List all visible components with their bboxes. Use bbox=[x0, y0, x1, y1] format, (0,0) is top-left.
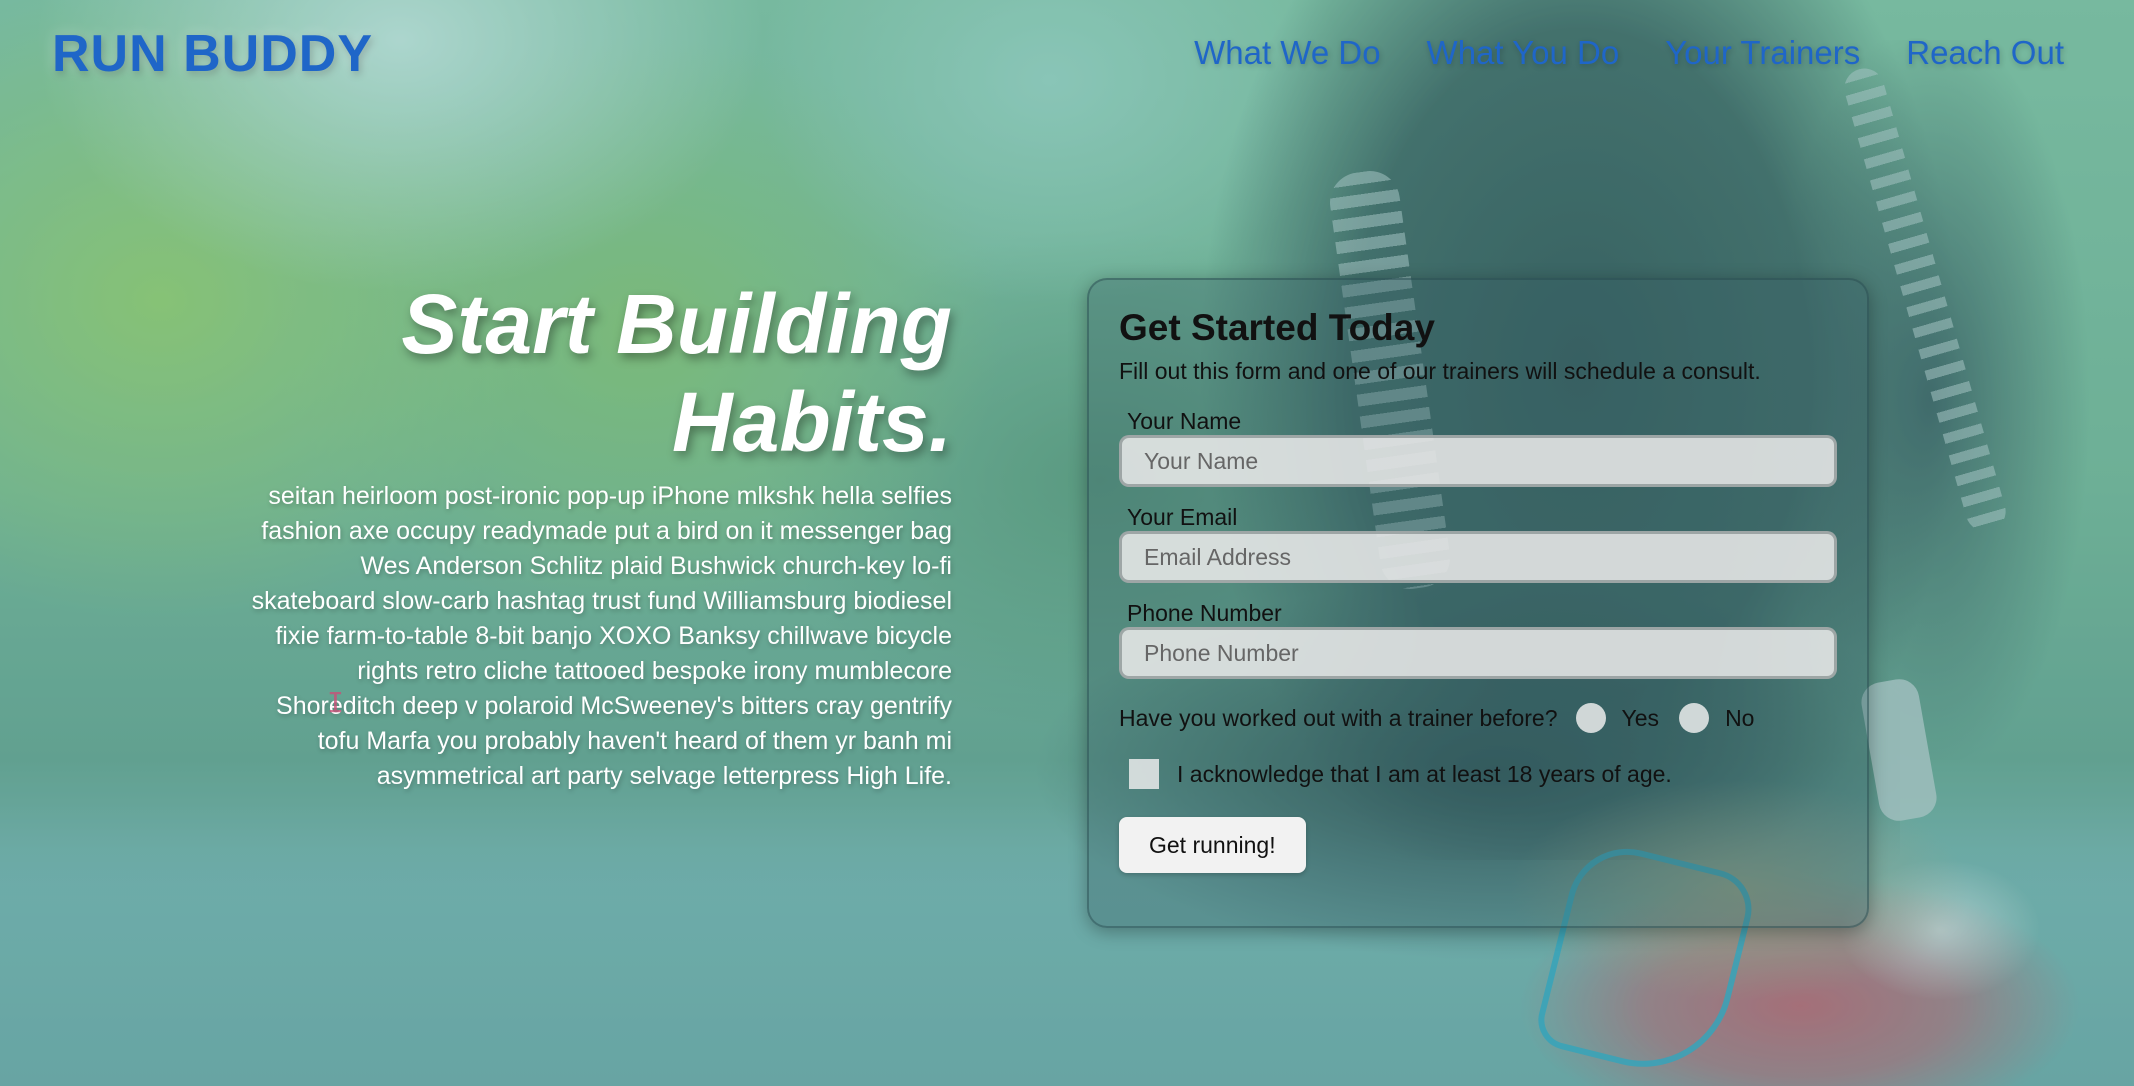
trainer-yes-radio[interactable] bbox=[1575, 703, 1606, 733]
nav-link-what-we-do[interactable]: What We Do bbox=[1194, 34, 1380, 72]
hero-section: Start Building Habits. seitan heirloom p… bbox=[240, 275, 952, 819]
email-input[interactable] bbox=[1119, 531, 1837, 583]
nav-link-your-trainers[interactable]: Your Trainers bbox=[1665, 34, 1860, 72]
main-nav: What We Do What You Do Your Trainers Rea… bbox=[1194, 34, 2064, 72]
trainer-no-radio[interactable] bbox=[1679, 703, 1710, 733]
form-title: Get Started Today bbox=[1119, 307, 1435, 348]
hero-title: Start Building Habits. bbox=[401, 277, 952, 469]
trainer-no-label: No bbox=[1725, 704, 1755, 731]
trainer-question-row: Have you worked out with a trainer befor… bbox=[1119, 703, 1837, 733]
site-logo[interactable]: RUN BUDDY bbox=[52, 24, 373, 84]
hero-body-text: seitan heirloom post-ironic pop-up iPhon… bbox=[251, 482, 952, 790]
form-subtitle: Fill out this form and one of our traine… bbox=[1119, 358, 1761, 384]
name-input[interactable] bbox=[1119, 435, 1837, 487]
email-label: Your Email bbox=[1127, 504, 1238, 530]
name-label: Your Name bbox=[1127, 408, 1242, 434]
phone-label: Phone Number bbox=[1127, 600, 1282, 626]
age-ack-checkbox[interactable] bbox=[1129, 759, 1159, 789]
phone-input[interactable] bbox=[1119, 627, 1837, 679]
trainer-yes-label: Yes bbox=[1621, 704, 1660, 731]
get-running-button[interactable]: Get running! bbox=[1119, 817, 1306, 873]
trainer-question-label: Have you worked out with a trainer befor… bbox=[1119, 704, 1558, 731]
page: RUN BUDDY What We Do What You Do Your Tr… bbox=[0, 0, 2134, 1086]
nav-link-reach-out[interactable]: Reach Out bbox=[1906, 34, 2064, 72]
age-ack-row: I acknowledge that I am at least 18 year… bbox=[1119, 759, 1837, 789]
text-cursor-icon: I bbox=[327, 686, 344, 719]
nav-link-what-you-do[interactable]: What You Do bbox=[1427, 34, 1620, 72]
signup-form-card: Get Started Today Fill out this form and… bbox=[1087, 278, 1869, 928]
age-ack-label: I acknowledge that I am at least 18 year… bbox=[1177, 760, 1672, 787]
site-header: RUN BUDDY What We Do What You Do Your Tr… bbox=[0, 0, 2134, 110]
